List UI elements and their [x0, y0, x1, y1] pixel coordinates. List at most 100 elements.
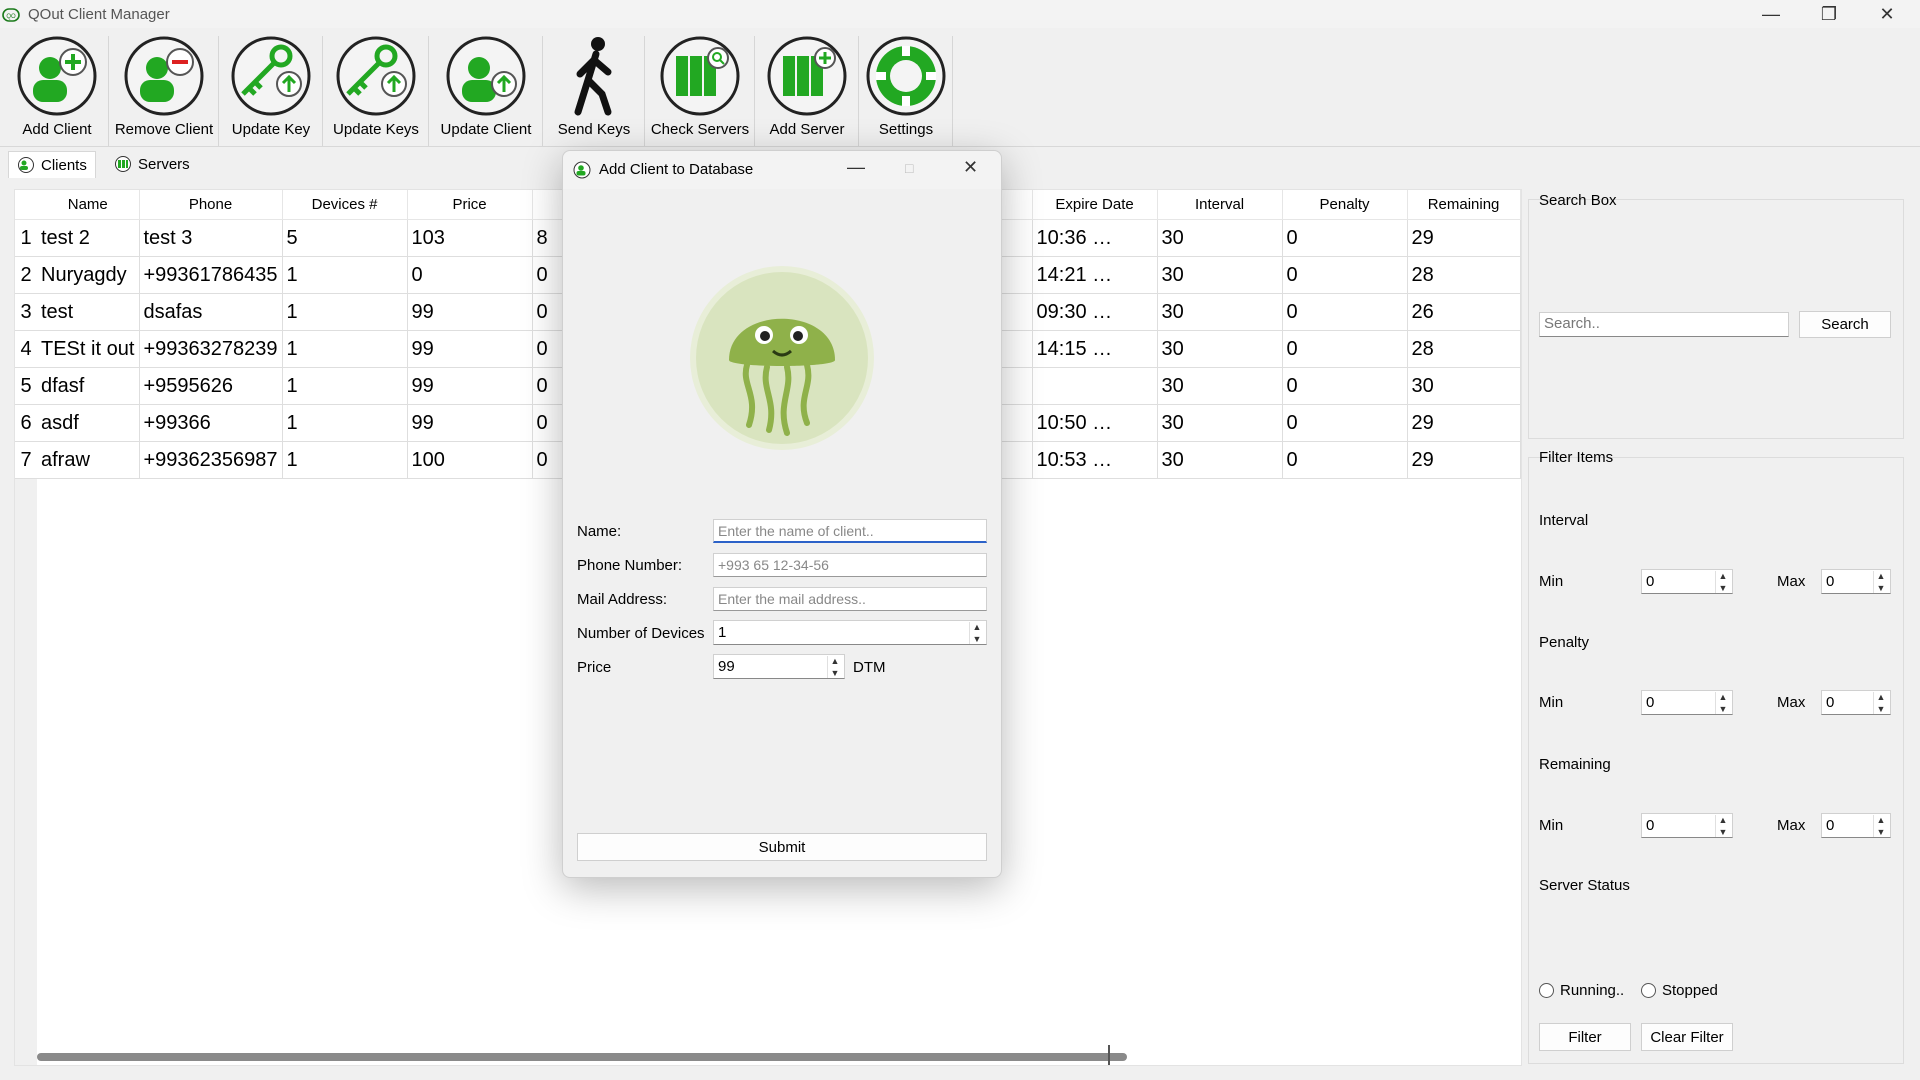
column-header-devices[interactable]: Devices #: [282, 190, 408, 220]
spin-arrows-icon[interactable]: ▲ ▼: [1873, 692, 1888, 714]
cell-expire-date[interactable]: [1032, 367, 1158, 405]
stopped-radio[interactable]: Stopped: [1641, 982, 1718, 999]
settings-button[interactable]: Settings: [860, 36, 953, 146]
cell-remaining[interactable]: 30: [1407, 367, 1521, 405]
column-header-phone[interactable]: Phone: [139, 190, 283, 220]
cell-phone[interactable]: +9595626: [139, 367, 283, 405]
cell-devices[interactable]: 1: [282, 404, 408, 442]
submit-button[interactable]: Submit: [577, 833, 987, 861]
cell-price[interactable]: 100: [407, 441, 533, 479]
cell-remaining[interactable]: 29: [1407, 219, 1521, 257]
spin-arrows-icon[interactable]: ▲ ▼: [1715, 692, 1730, 714]
filter-button[interactable]: Filter: [1539, 1023, 1631, 1051]
cell-penalty[interactable]: 0: [1282, 367, 1408, 405]
spin-arrows-icon[interactable]: ▲ ▼: [1873, 571, 1888, 593]
row-number[interactable]: 1: [15, 219, 37, 257]
cell-price[interactable]: 99: [407, 330, 533, 368]
cell-name[interactable]: test: [37, 293, 140, 331]
cell-name[interactable]: asdf: [37, 404, 140, 442]
cell-phone[interactable]: +99366: [139, 404, 283, 442]
spin-arrows-icon[interactable]: ▲ ▼: [1873, 815, 1888, 837]
cell-interval[interactable]: 30: [1157, 293, 1283, 331]
cell-name[interactable]: test 2: [37, 219, 140, 257]
column-header-name[interactable]: Name: [37, 190, 140, 220]
cell-penalty[interactable]: 0: [1282, 219, 1408, 257]
search-input[interactable]: Search..: [1539, 312, 1789, 337]
cell-expire-date[interactable]: 14:21 …: [1032, 256, 1158, 294]
check-servers-button[interactable]: Check Servers: [646, 36, 755, 146]
minimize-button[interactable]: —: [1742, 0, 1800, 28]
cell-expire-date[interactable]: 10:36 …: [1032, 219, 1158, 257]
dialog-close-button[interactable]: ✕: [963, 157, 978, 178]
number-of-devices-spinbox[interactable]: 1 ▲ ▼: [713, 620, 987, 645]
cell-expire-date[interactable]: 14:15 …: [1032, 330, 1158, 368]
cell-phone[interactable]: +99361786435: [139, 256, 283, 294]
mail-address-input[interactable]: Enter the mail address..: [713, 587, 987, 611]
penalty-min-spinbox[interactable]: 0 ▲ ▼: [1641, 690, 1733, 715]
spin-arrows-icon[interactable]: ▲ ▼: [969, 622, 984, 644]
cell-expire-date[interactable]: 10:53 …: [1032, 441, 1158, 479]
cell-penalty[interactable]: 0: [1282, 293, 1408, 331]
restore-button[interactable]: ❐: [1800, 0, 1858, 28]
row-number[interactable]: 2: [15, 256, 37, 294]
cell-penalty[interactable]: 0: [1282, 404, 1408, 442]
dialog-maximize-button[interactable]: □: [905, 160, 913, 176]
running-radio[interactable]: Running..: [1539, 982, 1624, 999]
cell-price[interactable]: 103: [407, 219, 533, 257]
cell-devices[interactable]: 1: [282, 330, 408, 368]
clear-filter-button[interactable]: Clear Filter: [1641, 1023, 1733, 1051]
cell-price[interactable]: 99: [407, 293, 533, 331]
tab-clients[interactable]: Clients: [8, 151, 96, 178]
horizontal-scrollbar[interactable]: [37, 1053, 1127, 1061]
column-header-remaining[interactable]: Remaining: [1407, 190, 1521, 220]
cell-interval[interactable]: 30: [1157, 367, 1283, 405]
cell-interval[interactable]: 30: [1157, 404, 1283, 442]
close-window-button[interactable]: ✕: [1858, 0, 1916, 28]
cell-interval[interactable]: 30: [1157, 441, 1283, 479]
column-header-interval[interactable]: Interval: [1157, 190, 1283, 220]
column-header-penalty[interactable]: Penalty: [1282, 190, 1408, 220]
column-header-expire-date[interactable]: Expire Date: [1032, 190, 1158, 220]
cell-interval[interactable]: 30: [1157, 219, 1283, 257]
cell-devices[interactable]: 1: [282, 256, 408, 294]
send-keys-button[interactable]: Send Keys: [544, 36, 645, 146]
row-number[interactable]: 4: [15, 330, 37, 368]
spin-arrows-icon[interactable]: ▲ ▼: [1715, 815, 1730, 837]
cell-expire-date[interactable]: 10:50 …: [1032, 404, 1158, 442]
cell-name[interactable]: dfasf: [37, 367, 140, 405]
cell-name[interactable]: afraw: [37, 441, 140, 479]
spin-arrows-icon[interactable]: ▲ ▼: [827, 656, 842, 678]
cell-remaining[interactable]: 29: [1407, 404, 1521, 442]
cell-devices[interactable]: 1: [282, 441, 408, 479]
remaining-max-spinbox[interactable]: 0 ▲ ▼: [1821, 813, 1891, 838]
cell-remaining[interactable]: 29: [1407, 441, 1521, 479]
add-client-button[interactable]: Add Client: [6, 36, 109, 146]
cell-devices[interactable]: 5: [282, 219, 408, 257]
cell-phone[interactable]: +99363278239: [139, 330, 283, 368]
dialog-minimize-button[interactable]: —: [847, 157, 865, 178]
interval-max-spinbox[interactable]: 0 ▲ ▼: [1821, 569, 1891, 594]
cell-remaining[interactable]: 28: [1407, 256, 1521, 294]
update-keys-button[interactable]: Update Keys: [324, 36, 429, 146]
penalty-max-spinbox[interactable]: 0 ▲ ▼: [1821, 690, 1891, 715]
add-server-button[interactable]: Add Server: [756, 36, 859, 146]
row-number[interactable]: 5: [15, 367, 37, 405]
cell-phone[interactable]: +99362356987: [139, 441, 283, 479]
cell-name[interactable]: Nuryagdy: [37, 256, 140, 294]
cell-interval[interactable]: 30: [1157, 256, 1283, 294]
interval-min-spinbox[interactable]: 0 ▲ ▼: [1641, 569, 1733, 594]
name-input[interactable]: Enter the name of client..: [713, 519, 987, 543]
search-button[interactable]: Search: [1799, 311, 1891, 338]
cell-phone[interactable]: test 3: [139, 219, 283, 257]
cell-penalty[interactable]: 0: [1282, 330, 1408, 368]
cell-price[interactable]: 99: [407, 367, 533, 405]
remaining-min-spinbox[interactable]: 0 ▲ ▼: [1641, 813, 1733, 838]
price-spinbox[interactable]: 99 ▲ ▼: [713, 654, 845, 679]
cell-penalty[interactable]: 0: [1282, 256, 1408, 294]
update-client-button[interactable]: Update Client: [430, 36, 543, 146]
phone-number-input[interactable]: +993 65 12-34-56: [713, 553, 987, 577]
cell-phone[interactable]: dsafas: [139, 293, 283, 331]
cell-price[interactable]: 0: [407, 256, 533, 294]
cell-devices[interactable]: 1: [282, 367, 408, 405]
cell-interval[interactable]: 30: [1157, 330, 1283, 368]
